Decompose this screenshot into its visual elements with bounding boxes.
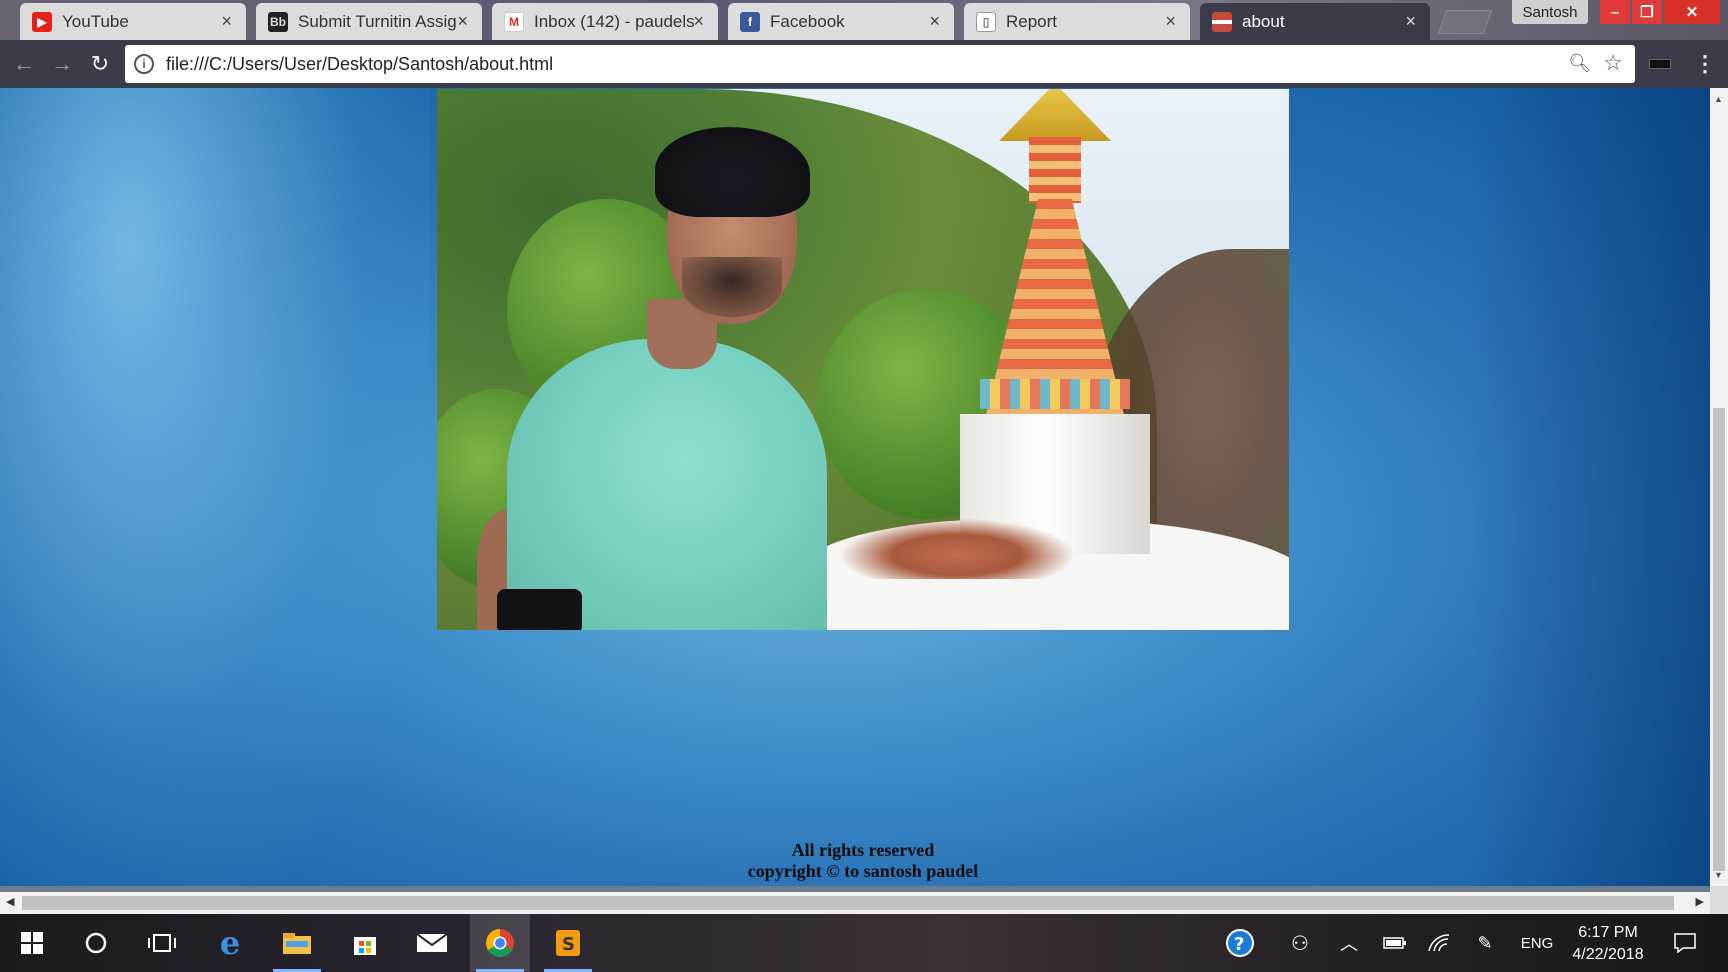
- close-icon[interactable]: ×: [693, 11, 704, 32]
- tab-label: Inbox (142) - paudels: [534, 11, 695, 31]
- store-icon[interactable]: [335, 914, 395, 972]
- tab-strip: ▶ YouTube × Bb Submit Turnitin Assig × M…: [0, 0, 1728, 40]
- rock-pile: [842, 519, 1072, 579]
- mail-icon[interactable]: [402, 914, 462, 972]
- stupa-neck: [1029, 137, 1081, 203]
- help-icon[interactable]: ?: [1222, 914, 1258, 972]
- wifi-icon[interactable]: [1424, 914, 1454, 972]
- svg-text:?: ?: [1234, 934, 1244, 955]
- facebook-icon: f: [740, 11, 760, 32]
- vertical-scroll-thumb[interactable]: [1713, 408, 1725, 871]
- menu-icon[interactable]: ⋮: [1694, 51, 1716, 77]
- stupa-crown: [999, 89, 1111, 141]
- chevron-up-icon[interactable]: ︿: [1334, 914, 1364, 972]
- taskbar: e S ? ⚇ ︿ ✎ ENG 6:17 PM 4/22/2018: [0, 914, 1728, 972]
- scroll-left-icon[interactable]: ◀: [6, 895, 14, 908]
- tab-label: about: [1242, 11, 1285, 31]
- portrait-photo: [437, 89, 1289, 630]
- tab-label: Report: [1006, 11, 1058, 31]
- scrollbar-corner: [1710, 886, 1728, 914]
- svg-text:S: S: [562, 934, 575, 955]
- address-bar[interactable]: i file:///C:/Users/User/Desktop/Santosh/…: [125, 45, 1635, 83]
- wristband: [497, 589, 582, 630]
- clock[interactable]: 6:17 PM 4/22/2018: [1560, 922, 1656, 966]
- pen-icon[interactable]: ✎: [1470, 914, 1500, 972]
- new-tab-button[interactable]: [1437, 10, 1493, 34]
- language-indicator[interactable]: ENG: [1512, 914, 1562, 972]
- youtube-icon: ▶: [32, 11, 52, 32]
- forward-icon[interactable]: →: [48, 50, 76, 78]
- scroll-down-icon[interactable]: ▼: [1714, 870, 1723, 880]
- battery-icon[interactable]: [1380, 914, 1410, 972]
- stupa-band: [980, 379, 1130, 409]
- bookmark-star-icon[interactable]: ☆: [1603, 50, 1623, 76]
- close-window-button[interactable]: ✕: [1664, 0, 1720, 24]
- people-icon[interactable]: ⚇: [1282, 914, 1318, 972]
- tab-report[interactable]: ▯ Report ×: [964, 3, 1190, 40]
- tab-facebook[interactable]: f Facebook ×: [728, 3, 954, 40]
- person-shirt: [507, 339, 827, 630]
- clock-time: 6:17 PM: [1578, 924, 1638, 941]
- task-view-icon[interactable]: [132, 914, 192, 972]
- rights-text: All rights reserved: [791, 840, 935, 860]
- tab-youtube[interactable]: ▶ YouTube ×: [20, 3, 246, 40]
- extension-icon[interactable]: [1649, 59, 1671, 69]
- page-icon: [1212, 11, 1232, 32]
- close-icon[interactable]: ×: [1405, 11, 1416, 32]
- cortana-icon[interactable]: [66, 914, 126, 972]
- profile-button[interactable]: Santosh: [1512, 0, 1588, 24]
- info-icon[interactable]: i: [134, 54, 154, 74]
- close-icon[interactable]: ×: [221, 11, 232, 32]
- file-explorer-icon[interactable]: [267, 914, 327, 972]
- scroll-right-icon[interactable]: ▶: [1696, 895, 1704, 908]
- document-icon: ▯: [976, 11, 996, 32]
- tab-label: Facebook: [770, 11, 845, 31]
- blackboard-icon: Bb: [268, 11, 288, 32]
- page-viewport: All rights reserved copyright © to santo…: [0, 88, 1710, 886]
- zoom-icon[interactable]: 🔍︎: [1568, 53, 1591, 74]
- horizontal-scrollbar[interactable]: ◀ ▶: [0, 886, 1710, 914]
- close-icon[interactable]: ×: [1165, 11, 1176, 32]
- close-icon[interactable]: ×: [457, 11, 468, 32]
- reload-icon[interactable]: ↻: [86, 50, 114, 78]
- edge-icon[interactable]: e: [200, 914, 260, 972]
- scroll-up-icon[interactable]: ▲: [1714, 94, 1723, 104]
- gmail-icon: M: [504, 11, 524, 32]
- browser-toolbar: ← → ↻ i file:///C:/Users/User/Desktop/Sa…: [0, 40, 1728, 88]
- tab-label: Submit Turnitin Assig: [298, 11, 457, 31]
- tab-turnitin[interactable]: Bb Submit Turnitin Assig ×: [256, 3, 482, 40]
- chrome-icon[interactable]: [470, 914, 530, 972]
- minimize-button[interactable]: –: [1600, 0, 1630, 24]
- close-icon[interactable]: ×: [929, 11, 940, 32]
- horizontal-scroll-thumb[interactable]: [22, 896, 1674, 910]
- windows-start-icon[interactable]: [2, 914, 62, 972]
- page-footer: All rights reserved copyright © to santo…: [437, 840, 1289, 882]
- person-beard: [682, 257, 782, 317]
- back-icon[interactable]: ←: [10, 50, 38, 78]
- restore-button[interactable]: ❐: [1632, 0, 1662, 24]
- copyright-text: copyright © to santosh paudel: [747, 861, 979, 881]
- tab-gmail[interactable]: M Inbox (142) - paudels ×: [492, 3, 718, 40]
- notifications-icon[interactable]: [1668, 914, 1702, 972]
- clock-date: 4/22/2018: [1572, 946, 1644, 963]
- vertical-scrollbar[interactable]: ▲ ▼: [1710, 88, 1728, 886]
- sublime-text-icon[interactable]: S: [538, 914, 598, 972]
- tab-label: YouTube: [62, 11, 129, 31]
- tab-about[interactable]: about ×: [1200, 3, 1430, 40]
- person-hair: [655, 127, 810, 217]
- screen: ▶ YouTube × Bb Submit Turnitin Assig × M…: [0, 0, 1728, 972]
- url-text[interactable]: file:///C:/Users/User/Desktop/Santosh/ab…: [166, 54, 553, 75]
